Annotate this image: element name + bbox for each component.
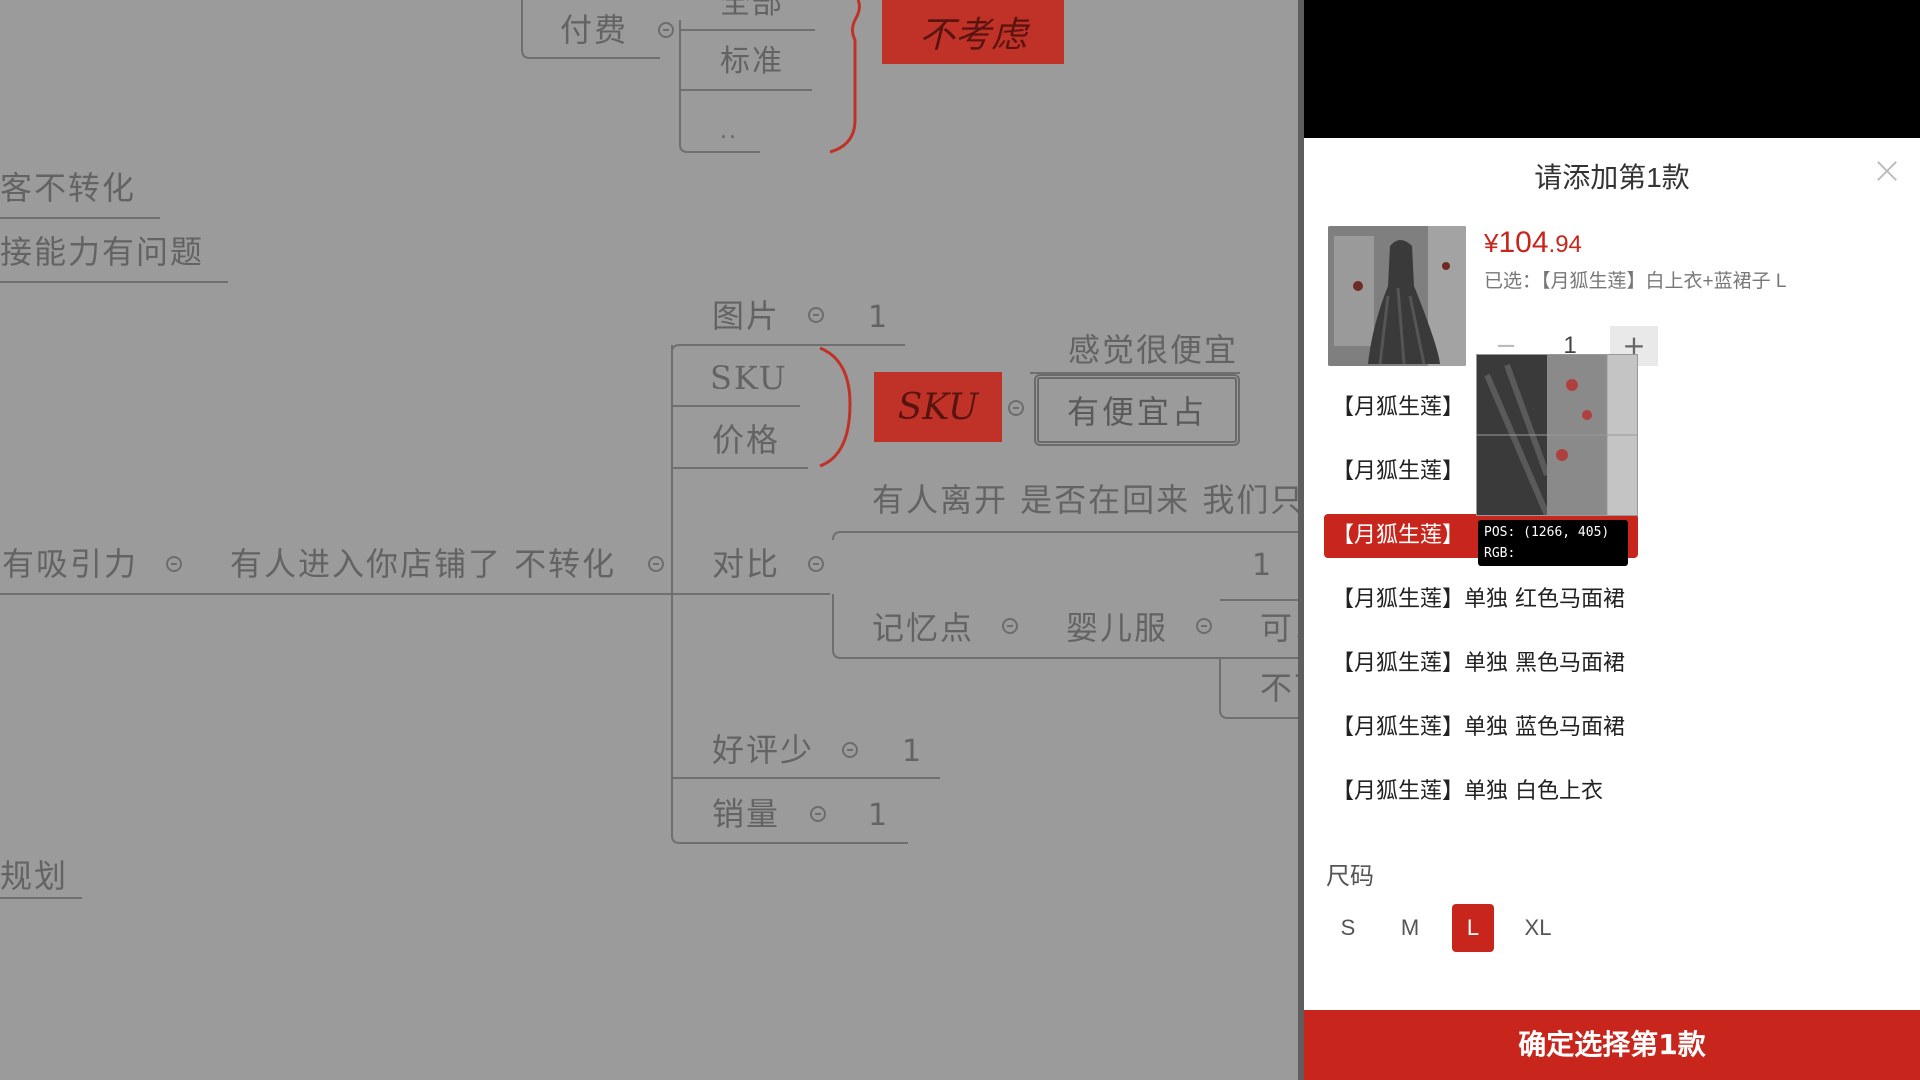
node-sku-red[interactable]: SKU <box>874 372 1002 442</box>
node-youren-likai[interactable]: 有人离开 是否在回来 我们只 <box>872 480 1300 520</box>
node-xiaoliang-count: 1 <box>868 798 890 833</box>
collapse-toggle-icon[interactable] <box>810 806 826 822</box>
price-integer: 104 <box>1498 226 1549 259</box>
node-youxiyin[interactable]: 有吸引力 <box>2 544 138 584</box>
size-option-xl[interactable]: XL <box>1510 904 1566 952</box>
close-icon[interactable] <box>1874 158 1900 184</box>
selected-spec: 已选：【月狐生莲】白上衣+蓝裙子 L <box>1484 271 1787 292</box>
node-ganjue[interactable]: 感觉很便宜 <box>1068 330 1238 370</box>
collapse-toggle-icon[interactable] <box>1196 618 1212 634</box>
option-item[interactable]: 【月狐生莲】 <box>1324 386 1478 430</box>
node-biaozhun[interactable]: 标准 <box>720 42 784 82</box>
node-duibi[interactable]: 对比 <box>712 544 780 584</box>
node-bu[interactable]: 不可 <box>1260 668 1300 708</box>
node-sku[interactable]: SKU <box>710 358 788 398</box>
option-item[interactable]: 【月狐生莲】 <box>1324 450 1478 494</box>
size-option-s[interactable]: S <box>1326 904 1370 952</box>
node-tupian-count: 1 <box>868 300 890 335</box>
node-jieneng[interactable]: 接能力有问题 <box>0 232 204 272</box>
node-duibi-count: 1 <box>1252 548 1274 583</box>
confirm-button[interactable]: 确定选择第1款 <box>1304 1010 1920 1080</box>
node-jinru[interactable]: 有人进入你店铺了 不转化 <box>230 544 616 584</box>
collapse-toggle-icon[interactable] <box>808 556 824 572</box>
collapse-toggle-icon[interactable] <box>842 742 858 758</box>
magnifier-preview <box>1476 354 1638 516</box>
node-bukaolv[interactable]: 不考虑 <box>882 0 1064 64</box>
node-fufei[interactable]: 付费 <box>560 10 628 50</box>
node-jiyi[interactable]: 记忆点 <box>872 608 974 648</box>
screen: 付费 全部 标准 .. 不考虑 客不转化 接能力有问题 图片 1 SKU 价格 … <box>0 0 1920 1080</box>
node-ellipsis[interactable]: .. <box>720 112 738 152</box>
node-jiage[interactable]: 价格 <box>712 420 780 460</box>
node-tupian[interactable]: 图片 <box>712 296 780 336</box>
panel-title: 请添加第1款 <box>1534 162 1690 193</box>
node-youpianyi[interactable]: 有便宜占 <box>1034 374 1240 446</box>
option-item[interactable]: 【月狐生莲】单独 黑色马面裙 <box>1324 642 1639 686</box>
option-item[interactable]: 【月狐生莲】单独 蓝色马面裙 <box>1324 706 1639 750</box>
pixel-info-tooltip: POS: (1266, 405) RGB: (126,127,120) <box>1478 520 1628 582</box>
option-label: 【月狐生莲】 <box>1332 523 1465 548</box>
size-option-l[interactable]: L <box>1452 904 1494 952</box>
product-price: ¥104.94 <box>1484 226 1582 260</box>
collapse-toggle-icon[interactable] <box>808 307 824 323</box>
node-haoping[interactable]: 好评少 <box>712 730 814 770</box>
node-quanbu[interactable]: 全部 <box>720 0 784 24</box>
size-option-m[interactable]: M <box>1388 904 1432 952</box>
collapse-toggle-icon[interactable] <box>648 556 664 572</box>
node-yinger[interactable]: 婴儿服 <box>1066 608 1168 648</box>
mindmap-canvas: 付费 全部 标准 .. 不考虑 客不转化 接能力有问题 图片 1 SKU 价格 … <box>0 0 1300 1080</box>
collapse-toggle-icon[interactable] <box>1008 400 1024 416</box>
collapse-toggle-icon[interactable] <box>166 556 182 572</box>
price-decimal: .94 <box>1548 231 1582 258</box>
node-keburzhuanhua[interactable]: 客不转化 <box>0 168 136 208</box>
product-thumbnail[interactable] <box>1328 226 1466 366</box>
collapse-toggle-icon[interactable] <box>658 22 674 38</box>
panel-header-overlay <box>1304 0 1920 138</box>
mindmap-connectors <box>0 0 1300 899</box>
node-xiaoliang[interactable]: 销量 <box>712 794 780 834</box>
tooltip-pos: POS: (1266, 405) <box>1484 525 1610 540</box>
collapse-toggle-icon[interactable] <box>1002 618 1018 634</box>
node-keyi[interactable]: 可以 <box>1260 608 1300 648</box>
price-currency: ¥ <box>1484 228 1499 258</box>
size-label: 尺码 <box>1326 862 1374 890</box>
node-haoping-count: 1 <box>902 734 924 769</box>
node-guihua[interactable]: 规划 <box>0 856 68 896</box>
option-item[interactable]: 【月狐生莲】单独 白色上衣 <box>1324 770 1617 814</box>
tooltip-rgb: RGB: (126,127,120) <box>1484 546 1586 582</box>
